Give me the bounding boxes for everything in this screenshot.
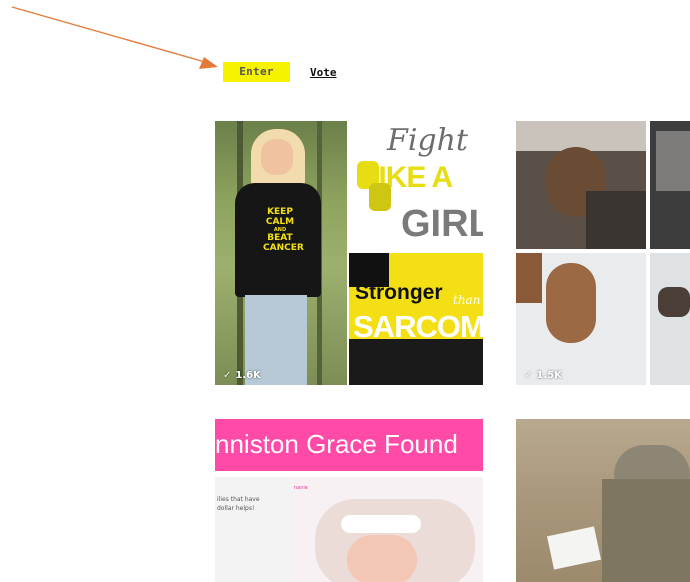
side-panel: ilies that have dollar helps! [215,477,291,582]
fight-line: GIRL [401,203,483,245]
vote-count: ✓ 1.6K [223,370,261,381]
entry-photo [650,121,690,249]
entry-photo: nanie [291,477,483,582]
vote-tab[interactable]: Vote [310,66,337,79]
vote-count: ✓ 1.5K [524,370,562,381]
enter-tab[interactable]: Enter [223,62,290,82]
entry-card[interactable]: KEEP CALM AND BEAT CANCER Fight LIKE A G… [215,121,483,385]
shirt-line: KEEP [267,207,293,217]
entry-card[interactable] [516,419,690,582]
entry-photo [650,253,690,385]
entry-card[interactable]: ✓ 1.5K [516,121,690,385]
entry-photo [516,419,690,582]
banner-text: nniston Grace Found [215,429,458,459]
check-icon: ✓ [223,370,232,381]
shirt: KEEP CALM AND BEAT CANCER [235,183,321,297]
entry-photo: Fight LIKE A GIRL [349,121,483,251]
entry-photo [516,253,646,385]
entry-card[interactable]: nniston Grace Found ilies that have doll… [215,419,483,582]
entry-photo [516,121,646,249]
fight-line: Fight [387,123,468,158]
side-text: ilies that have dollar helps! [217,496,260,512]
stronger-line: than [453,293,481,307]
stronger-line: SARCOMA [353,309,483,344]
header-banner: nniston Grace Found [215,419,483,471]
shirt-line: CANCER [263,243,304,253]
shirt-line: CALM [265,217,295,227]
check-icon: ✓ [524,370,533,381]
entry-photo: KEEP CALM AND BEAT CANCER [215,121,347,385]
tag-text: nanie [294,485,308,491]
annotation-arrow [11,6,218,69]
shirt-line: BEAT [267,233,293,243]
entry-photo: Stronger than SARCOMA [349,253,483,385]
stronger-line: Stronger [355,281,443,304]
